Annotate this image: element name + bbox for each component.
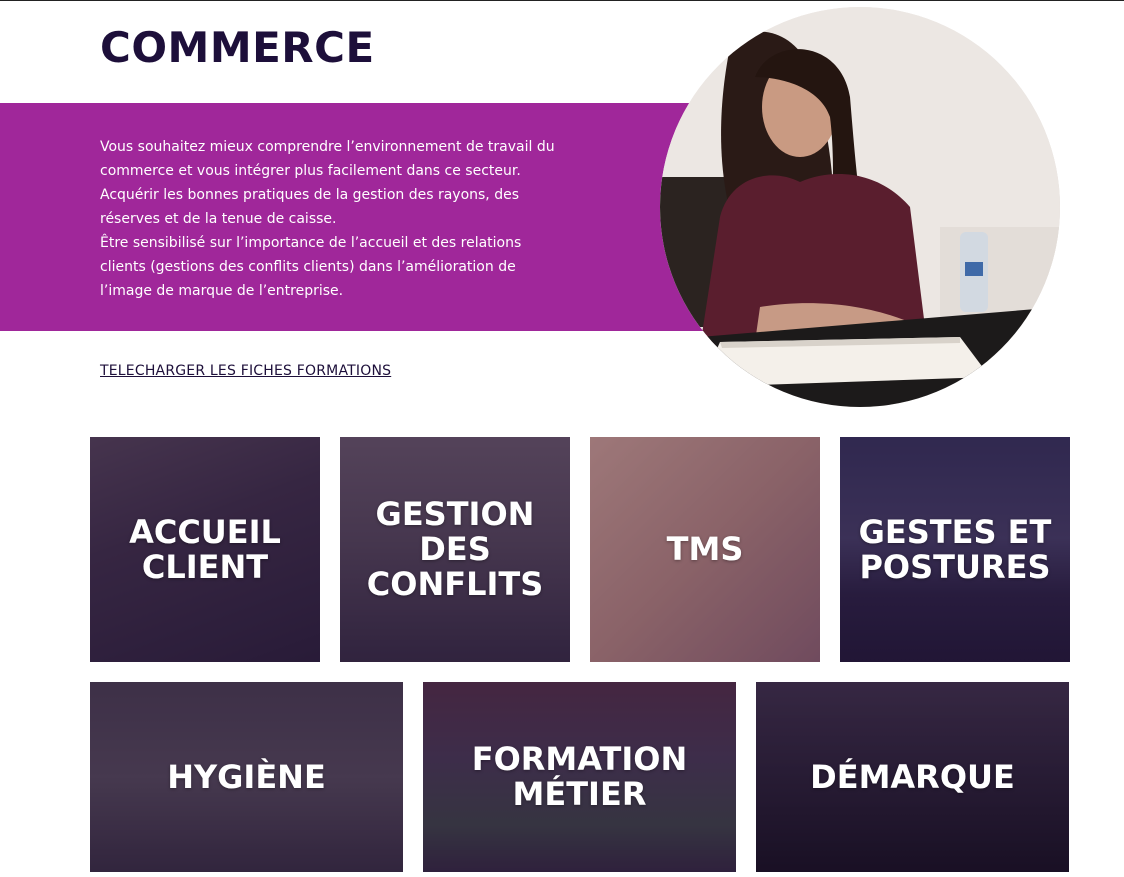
download-training-sheets-link[interactable]: TELECHARGER LES FICHES FORMATIONS bbox=[100, 363, 391, 379]
page-title: COMMERCE bbox=[100, 23, 375, 72]
tile-label: DÉMARQUE bbox=[810, 757, 1015, 796]
tile-formation-metier[interactable]: FORMATION MÉTIER bbox=[423, 682, 736, 872]
tile-gestion-des-conflits[interactable]: GESTION DES CONFLITS bbox=[340, 437, 570, 662]
tile-tms[interactable]: TMS bbox=[590, 437, 820, 662]
intro-paragraph: Être sensibilisé sur l’importance de l’a… bbox=[100, 235, 522, 299]
tile-label: ACCUEIL CLIENT bbox=[129, 512, 281, 586]
tile-accueil-client[interactable]: ACCUEIL CLIENT bbox=[90, 437, 320, 662]
tile-label: FORMATION MÉTIER bbox=[471, 740, 688, 813]
intro-paragraph: Vous souhaitez mieux comprendre l’enviro… bbox=[100, 139, 555, 179]
hero-photo-illustration bbox=[660, 7, 1060, 407]
tile-label: TMS bbox=[666, 530, 744, 568]
tile-label: HYGIÈNE bbox=[167, 757, 326, 796]
tile-demarque[interactable]: DÉMARQUE bbox=[756, 682, 1069, 872]
tile-gestes-et-postures[interactable]: GESTES ET POSTURES bbox=[840, 437, 1070, 662]
hero-photo bbox=[660, 7, 1060, 407]
intro-text: Vous souhaitez mieux comprendre l’enviro… bbox=[100, 135, 570, 303]
tile-label: GESTION DES CONFLITS bbox=[366, 495, 544, 603]
intro-paragraph: Acquérir les bonnes pratiques de la gest… bbox=[100, 187, 519, 227]
tile-hygiene[interactable]: HYGIÈNE bbox=[90, 682, 403, 872]
tile-label: GESTES ET POSTURES bbox=[858, 512, 1052, 586]
